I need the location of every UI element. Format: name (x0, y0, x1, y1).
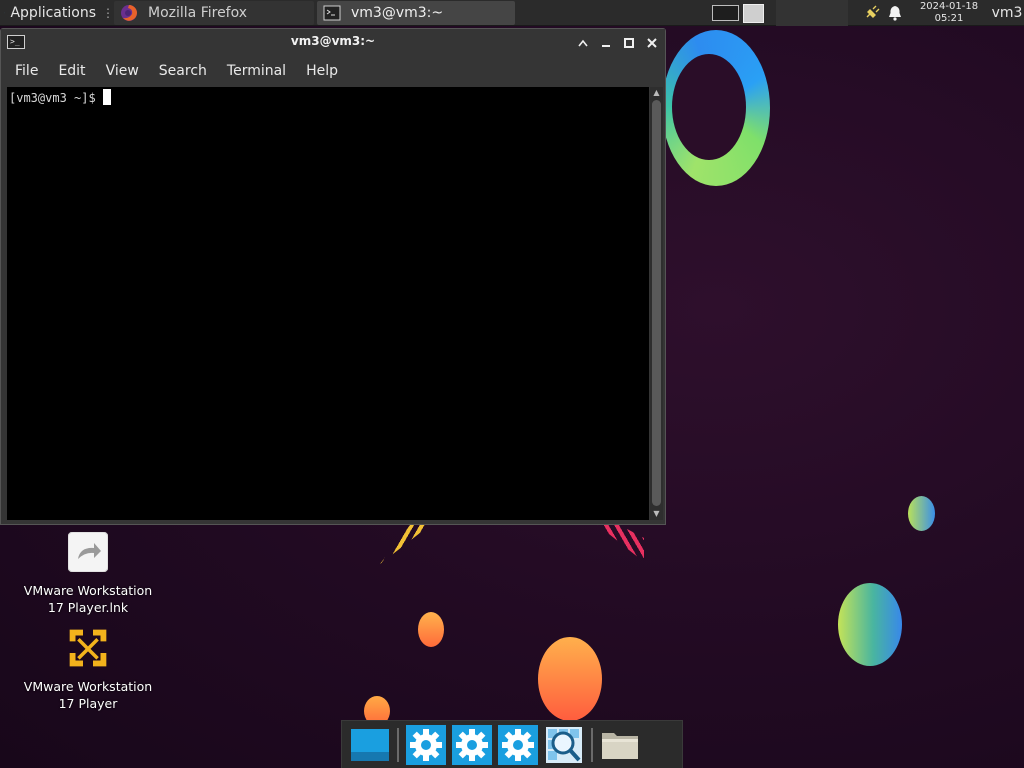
wallpaper-bubble (538, 637, 602, 721)
dock-app-finder[interactable] (541, 722, 587, 768)
minimize-button[interactable] (596, 33, 616, 53)
scrollbar-thumb[interactable] (652, 100, 661, 506)
notifications-icon[interactable] (888, 0, 904, 26)
wallpaper-bubble (418, 612, 444, 647)
close-icon (647, 38, 657, 48)
window-titlebar[interactable]: >_ vm3@vm3:~ (1, 29, 665, 57)
dock-show-desktop[interactable] (347, 722, 393, 768)
minimize-icon (602, 45, 610, 47)
window-title: vm3@vm3:~ (290, 34, 376, 48)
menu-terminal[interactable]: Terminal (217, 57, 296, 85)
menu-file[interactable]: File (5, 57, 48, 85)
bottom-dock (341, 720, 683, 768)
workspace-switcher (708, 0, 778, 26)
panel-spacer (776, 0, 848, 26)
terminal-output[interactable]: [vm3@vm3 ~]$ (7, 87, 649, 520)
show-desktop-icon (351, 728, 389, 761)
dock-settings-2[interactable] (449, 722, 495, 768)
panel-clock[interactable]: 2024-01-18 05:21 (914, 1, 984, 25)
terminal-menubar: File Edit View Search Terminal Help (1, 57, 665, 85)
maximize-button[interactable] (619, 33, 639, 53)
top-panel: Applications ⋮ Mozilla Firefox vm3@vm3:~ (0, 0, 1024, 26)
power-plug-icon (866, 5, 880, 18)
taskbar-terminal[interactable]: vm3@vm3:~ (317, 1, 515, 25)
taskbar-firefox-label: Mozilla Firefox (148, 5, 248, 21)
wallpaper-bubble (908, 496, 935, 531)
desktop-icon-label: 17 Player (58, 696, 118, 711)
clock-date: 2024-01-18 (919, 1, 979, 12)
pin-button[interactable] (573, 33, 593, 53)
shortcut-link-icon (67, 531, 109, 573)
workspace-1[interactable] (712, 5, 739, 21)
app-finder-icon (546, 726, 582, 763)
desktop-icon-label: 17 Player.lnk (47, 600, 129, 615)
menu-search[interactable]: Search (149, 57, 217, 85)
panel-separator: ⋮ (102, 6, 114, 20)
dock-separator (397, 727, 399, 762)
shell-prompt: [vm3@vm3 ~]$ (9, 91, 96, 105)
close-button[interactable] (642, 33, 662, 53)
wallpaper-stripes (380, 522, 434, 564)
dock-settings-1[interactable] (403, 722, 449, 768)
scroll-down-arrow-icon[interactable]: ▼ (650, 508, 663, 520)
user-menu[interactable]: vm3 (990, 0, 1024, 26)
wallpaper-stripes (594, 522, 644, 562)
settings-icon (452, 724, 492, 765)
terminal-scrollbar[interactable]: ▲ ▼ (650, 87, 663, 520)
wallpaper-bubble (838, 583, 902, 666)
desktop-icon-vmware-lnk[interactable]: VMware Workstation 17 Player.lnk (18, 531, 158, 616)
dock-settings-3[interactable] (495, 722, 541, 768)
applications-label: Applications (10, 5, 96, 21)
taskbar-terminal-label: vm3@vm3:~ (351, 5, 444, 21)
terminal-icon (323, 5, 341, 21)
terminal-cursor (102, 89, 111, 105)
bell-icon (889, 6, 901, 21)
settings-icon (406, 724, 446, 765)
taskbar-firefox[interactable]: Mozilla Firefox (114, 1, 314, 25)
pin-icon (578, 39, 588, 47)
firefox-icon (121, 5, 137, 21)
menu-view[interactable]: View (96, 57, 149, 85)
applications-menu-button[interactable]: Applications ⋮ (0, 0, 114, 26)
desktop-icon-vmware-player[interactable]: VMware Workstation 17 Player (18, 628, 158, 712)
workspace-2[interactable] (743, 3, 764, 23)
maximize-icon (624, 38, 634, 48)
settings-icon (498, 724, 538, 765)
vmware-player-icon (69, 629, 107, 667)
wallpaper-ring-hole (672, 54, 746, 160)
desktop-icon-label: VMware Workstation (23, 679, 153, 694)
power-manager-icon[interactable] (864, 0, 880, 26)
scroll-up-arrow-icon[interactable]: ▲ (650, 87, 663, 99)
clock-time: 05:21 (934, 13, 964, 24)
terminal-window: >_ vm3@vm3:~ File Edit View Search Termi… (0, 28, 666, 525)
dock-separator (591, 727, 593, 762)
file-manager-icon (602, 732, 638, 759)
desktop-icon-label: VMware Workstation (23, 583, 153, 598)
menu-help[interactable]: Help (296, 57, 348, 85)
dock-file-manager[interactable] (597, 722, 643, 768)
menu-edit[interactable]: Edit (48, 57, 95, 85)
